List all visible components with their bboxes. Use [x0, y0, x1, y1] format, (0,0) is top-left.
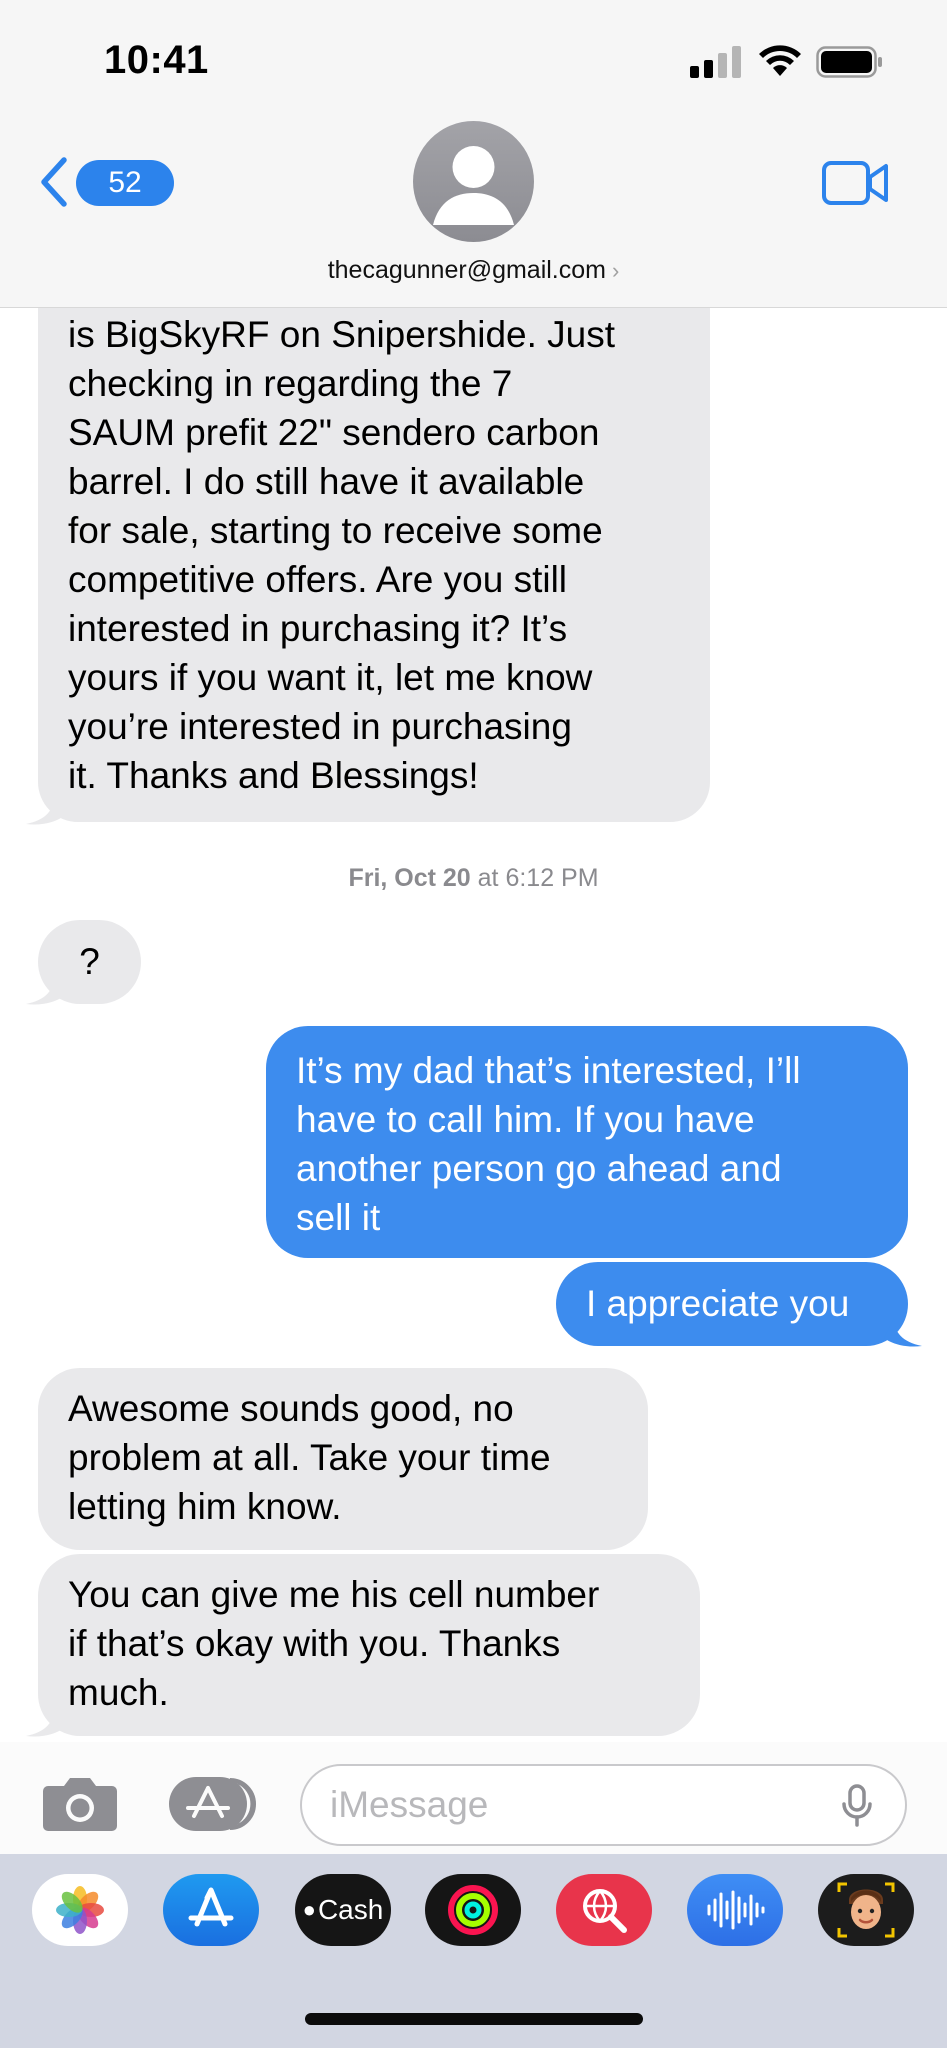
message-line: competitive offers. Are you still: [68, 559, 568, 600]
message-line: for sale, starting to receive some: [68, 510, 603, 551]
timestamp: Fri, Oct 20 at 6:12 PM: [0, 864, 947, 893]
photos-icon[interactable]: [32, 1874, 128, 1946]
chevron-right-icon: ›: [611, 258, 620, 283]
microphone-icon[interactable]: [840, 1784, 874, 1828]
message-line: yours if you want it, let me know: [68, 657, 593, 698]
activity-icon[interactable]: [425, 1874, 521, 1946]
waveform-glyph: [707, 1890, 765, 1930]
message-line: you’re interested in purchasing: [68, 706, 572, 747]
message-line: checking in regarding the 7: [68, 363, 513, 404]
message-line: You can give me his cell number: [68, 1574, 600, 1615]
wifi-icon: [759, 45, 801, 76]
message-text: ?: [79, 941, 100, 982]
app-store-glyph: [188, 1887, 234, 1927]
message-bubble-incoming[interactable]: Awesome sounds good, no problem at all. …: [38, 1368, 648, 1550]
memoji-face: [837, 1882, 895, 1938]
chevron-left-icon: [41, 157, 67, 207]
contact-name[interactable]: thecagunner@gmail.com ›: [0, 256, 947, 285]
message-text: I appreciate you: [586, 1283, 850, 1324]
activity-rings: [448, 1885, 498, 1935]
message-bubble-incoming[interactable]: is BigSkyRF on Snipershide. Just checkin…: [38, 250, 710, 822]
message-line: problem at all. Take your time: [68, 1437, 551, 1478]
app-store-icon[interactable]: [163, 1874, 259, 1946]
cash-label: Cash: [317, 1894, 384, 1925]
timestamp-day: Fri, Oct 20: [348, 864, 471, 892]
message-bubble-incoming[interactable]: You can give me his cell number if that’…: [38, 1554, 700, 1736]
message-line: much.: [68, 1672, 169, 1713]
imessage-field[interactable]: [300, 1764, 907, 1846]
unread-count-badge: 52: [76, 160, 174, 206]
facetime-video-icon[interactable]: [822, 160, 890, 206]
conversation-header: 10:41 52 thecagunner@gmail.com ›: [0, 0, 947, 308]
message-line: it. Thanks and Blessings!: [68, 755, 479, 796]
bubble-tail: [884, 1318, 922, 1347]
back-button[interactable]: 52: [38, 152, 174, 212]
status-time: 10:41: [104, 38, 209, 82]
camera-icon[interactable]: [42, 1774, 118, 1832]
bubble-tail: [26, 1708, 64, 1737]
cellular-signal-icon: [690, 46, 742, 78]
message-line: letting him know.: [68, 1486, 342, 1527]
audio-message-icon[interactable]: [687, 1874, 783, 1946]
memoji-icon[interactable]: [818, 1874, 914, 1946]
apple-cash-icon[interactable]: ● Cash: [295, 1874, 391, 1946]
web-search-icon[interactable]: [556, 1874, 652, 1946]
bubble-tail: [26, 976, 64, 1005]
message-line: sell it: [296, 1197, 381, 1238]
message-line: if that’s okay with you. Thanks: [68, 1623, 561, 1664]
globe-search-glyph: [583, 1889, 627, 1933]
message-line: is BigSkyRF on Snipershide. Just: [68, 314, 616, 355]
home-indicator[interactable]: [305, 2013, 643, 2025]
app-store-apps-icon[interactable]: [168, 1776, 260, 1832]
battery-icon: [816, 46, 882, 78]
timestamp-time: at 6:12 PM: [477, 864, 599, 892]
contact-avatar[interactable]: [413, 121, 534, 242]
message-line: another person go ahead and: [296, 1148, 782, 1189]
message-bubble-outgoing[interactable]: It’s my dad that’s interested, I’ll have…: [266, 1026, 908, 1258]
message-line: have to call him. If you have: [296, 1099, 755, 1140]
contact-email: thecagunner@gmail.com: [327, 256, 606, 284]
photos-flower: [56, 1886, 104, 1934]
apple-logo-icon: ●: [302, 1897, 316, 1922]
message-bubble-outgoing[interactable]: I appreciate you: [556, 1262, 908, 1346]
message-line: SAUM prefit 22" sendero carbon: [68, 412, 600, 453]
message-input[interactable]: [330, 1766, 830, 1844]
message-line: barrel. I do still have it available: [68, 461, 585, 502]
message-line: It’s my dad that’s interested, I’ll: [296, 1050, 801, 1091]
message-line: Awesome sounds good, no: [68, 1388, 514, 1429]
message-line: interested in purchasing it? It’s: [68, 608, 568, 649]
person-icon: [433, 146, 514, 225]
bubble-tail: [26, 796, 64, 825]
